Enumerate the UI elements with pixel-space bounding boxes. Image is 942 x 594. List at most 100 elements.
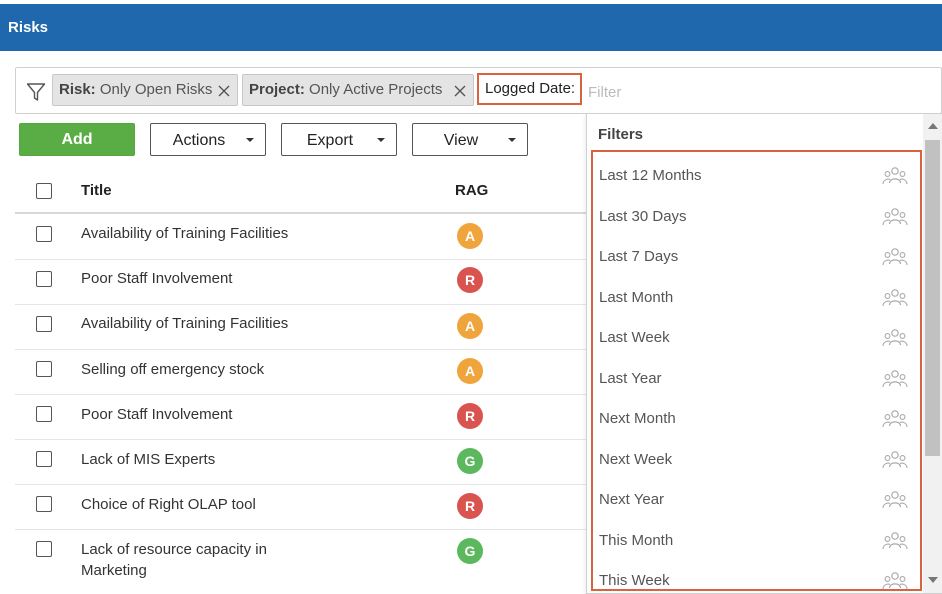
rag-badge: R — [457, 403, 483, 429]
caret-down-icon — [377, 138, 385, 142]
filter-option[interactable]: This Week — [593, 562, 920, 589]
row-checkbox[interactable] — [36, 271, 52, 287]
close-icon[interactable] — [453, 84, 467, 98]
filter-option-label: This Month — [599, 532, 674, 549]
filter-option-label: Last 12 Months — [599, 167, 702, 184]
rag-badge: A — [457, 223, 483, 249]
dropdown-heading: Filters — [598, 126, 644, 143]
logged-date-field[interactable]: Logged Date: — [477, 73, 582, 105]
row-title[interactable]: Poor Staff Involvement — [81, 268, 232, 289]
group-icon — [882, 167, 908, 185]
filter-chip-project: Project: Only Active Projects — [242, 74, 474, 106]
row-checkbox[interactable] — [36, 406, 52, 422]
table-row[interactable]: Selling off emergency stock A — [15, 350, 590, 395]
row-title[interactable]: Poor Staff Involvement — [81, 404, 232, 425]
table-row[interactable]: Lack of resource capacity in Marketing G — [15, 530, 590, 594]
filter-option-label: Last Week — [599, 329, 670, 346]
table-row[interactable]: Choice of Right OLAP tool R — [15, 485, 590, 530]
rag-badge: A — [457, 358, 483, 384]
table-row[interactable]: Availability of Training Facilities A — [15, 214, 590, 260]
group-icon — [882, 572, 908, 589]
filters-dropdown: Filters Last 12 Months Last 30 Days Last… — [586, 113, 942, 594]
row-title[interactable]: Lack of MIS Experts — [81, 449, 215, 470]
table-row[interactable]: Lack of MIS Experts G — [15, 440, 590, 485]
chip-value: Only Active Projects — [309, 81, 443, 98]
rag-badge: A — [457, 313, 483, 339]
view-button[interactable]: View — [412, 123, 528, 156]
filter-option[interactable]: Last 12 Months — [593, 157, 920, 197]
row-checkbox[interactable] — [36, 541, 52, 557]
group-icon — [882, 451, 908, 469]
table-row[interactable]: Availability of Training Facilities A — [15, 305, 590, 350]
filter-option[interactable]: Next Month — [593, 400, 920, 440]
filter-bar: Risk: Only Open Risks Project: Only Acti… — [15, 67, 942, 114]
filter-options-list: Last 12 Months Last 30 Days Last 7 Days … — [591, 150, 922, 591]
filter-option-label: Next Year — [599, 491, 665, 508]
filter-option[interactable]: Last Year — [593, 360, 920, 400]
group-icon — [882, 370, 908, 388]
row-checkbox[interactable] — [36, 451, 52, 467]
group-icon — [882, 289, 908, 307]
row-checkbox[interactable] — [36, 361, 52, 377]
rag-badge: R — [457, 267, 483, 293]
row-title[interactable]: Lack of resource capacity in Marketing — [81, 539, 296, 581]
group-icon — [882, 329, 908, 347]
filter-option-label: Last 7 Days — [599, 248, 679, 265]
filter-option[interactable]: Last Month — [593, 279, 920, 319]
export-label: Export — [306, 132, 354, 149]
filter-option-label: Last 30 Days — [599, 208, 687, 225]
close-icon[interactable] — [217, 84, 231, 98]
export-button[interactable]: Export — [281, 123, 397, 156]
row-title[interactable]: Selling off emergency stock — [81, 359, 264, 380]
row-checkbox[interactable] — [36, 496, 52, 512]
column-header-title[interactable]: Title — [81, 182, 112, 199]
actions-label: Actions — [172, 132, 226, 149]
page-title: Risks — [8, 19, 49, 36]
select-all-checkbox[interactable] — [36, 183, 52, 199]
rag-badge: G — [457, 448, 483, 474]
rag-badge: R — [457, 493, 483, 519]
add-button[interactable]: Add — [19, 123, 135, 156]
row-title[interactable]: Choice of Right OLAP tool — [81, 494, 256, 515]
filter-option[interactable]: Next Week — [593, 441, 920, 481]
row-title[interactable]: Availability of Training Facilities — [81, 313, 288, 334]
chip-key: Project: — [249, 81, 305, 98]
table-row[interactable]: Poor Staff Involvement R — [15, 395, 590, 440]
page-header: Risks — [0, 4, 942, 51]
chip-key: Risk: — [59, 81, 96, 98]
filter-input[interactable] — [588, 82, 708, 102]
group-icon — [882, 410, 908, 428]
scrollbar-thumb[interactable] — [925, 140, 940, 456]
table-header: Title RAG — [15, 168, 590, 214]
actions-button[interactable]: Actions — [150, 123, 266, 156]
caret-down-icon — [508, 138, 516, 142]
row-checkbox[interactable] — [36, 316, 52, 332]
filter-option-label: This Week — [599, 572, 670, 589]
column-header-rag[interactable]: RAG — [455, 182, 488, 199]
filter-option-label: Next Month — [599, 410, 676, 427]
filter-option-label: Next Week — [599, 451, 673, 468]
funnel-icon[interactable] — [26, 82, 46, 102]
caret-down-icon — [246, 138, 254, 142]
row-title[interactable]: Availability of Training Facilities — [81, 223, 288, 244]
scroll-up-icon[interactable] — [928, 123, 938, 129]
scroll-down-icon[interactable] — [928, 577, 938, 583]
table-row[interactable]: Poor Staff Involvement R — [15, 260, 590, 305]
dropdown-scrollbar[interactable] — [923, 114, 942, 593]
group-icon — [882, 208, 908, 226]
filter-option[interactable]: Last 7 Days — [593, 238, 920, 278]
filter-option[interactable]: Last 30 Days — [593, 198, 920, 238]
filter-option[interactable]: This Month — [593, 522, 920, 562]
filter-option-label: Last Month — [599, 289, 674, 306]
filter-chip-risk: Risk: Only Open Risks — [52, 74, 238, 106]
filter-option-label: Last Year — [599, 370, 662, 387]
group-icon — [882, 491, 908, 509]
row-checkbox[interactable] — [36, 226, 52, 242]
group-icon — [882, 248, 908, 266]
view-label: View — [443, 132, 479, 149]
group-icon — [882, 532, 908, 550]
filter-option[interactable]: Next Year — [593, 481, 920, 521]
rag-badge: G — [457, 538, 483, 564]
chip-value: Only Open Risks — [99, 81, 213, 98]
filter-option[interactable]: Last Week — [593, 319, 920, 359]
